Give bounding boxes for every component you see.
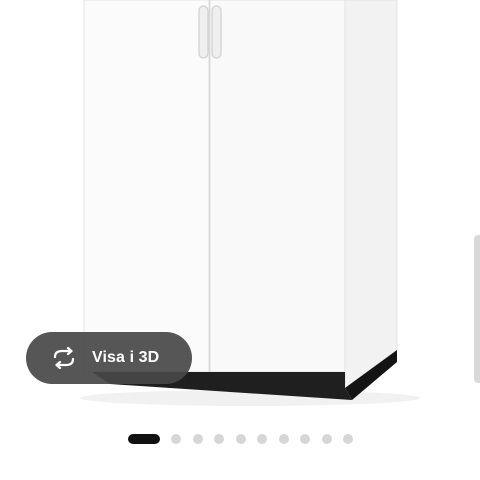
carousel-dot[interactable] [300, 434, 310, 444]
gallery-scroll-handle[interactable] [474, 235, 480, 383]
carousel-dot[interactable] [257, 434, 267, 444]
rotate-3d-icon [50, 347, 78, 369]
carousel-dot[interactable] [171, 434, 181, 444]
carousel-dot[interactable] [278, 434, 289, 444]
carousel-dot-active[interactable] [128, 434, 160, 444]
carousel-pagination [128, 433, 353, 445]
carousel-dot[interactable] [321, 434, 332, 444]
carousel-dot[interactable] [235, 434, 246, 444]
product-image-gallery: Visa i 3D [0, 0, 480, 480]
carousel-dot[interactable] [192, 434, 203, 444]
view-in-3d-button[interactable]: Visa i 3D [26, 332, 192, 384]
carousel-dot[interactable] [343, 434, 353, 444]
carousel-dot[interactable] [214, 434, 224, 444]
view-in-3d-label: Visa i 3D [92, 349, 160, 366]
